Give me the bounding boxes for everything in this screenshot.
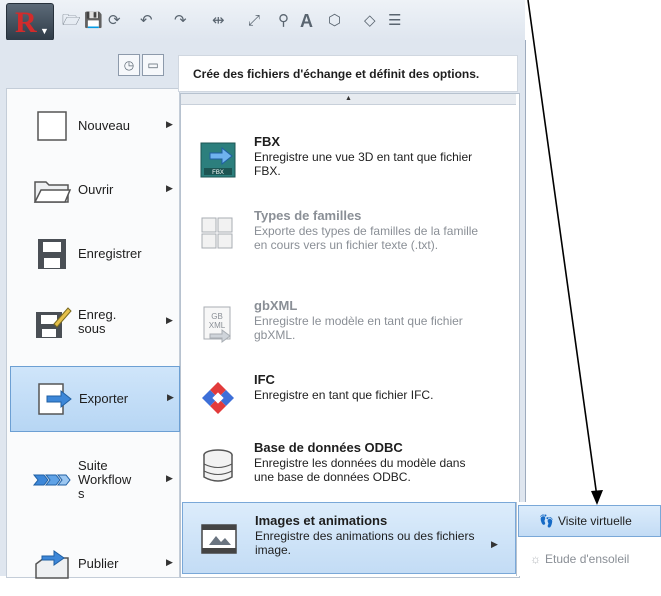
annotation-arrow <box>527 0 603 505</box>
